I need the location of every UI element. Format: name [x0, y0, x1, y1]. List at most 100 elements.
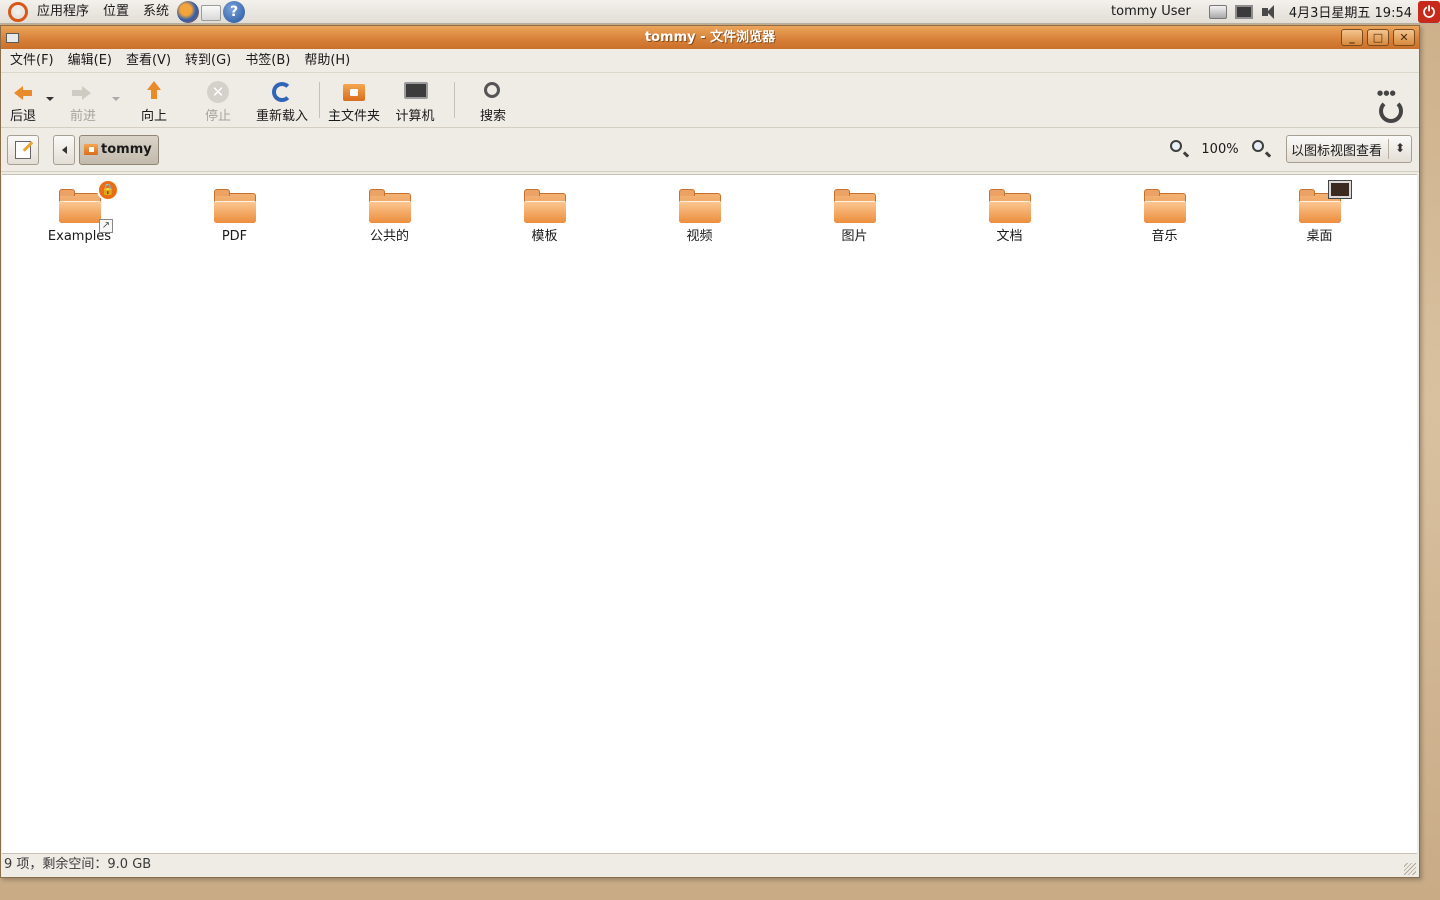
computer-icon — [404, 81, 428, 103]
maximize-button[interactable]: □ — [1367, 29, 1389, 46]
back-history-dropdown[interactable] — [43, 73, 57, 128]
file-view[interactable]: 🔒 ↗ Examples PDF 公共的 模板 视频 图片 文档 音乐 桌面 — [2, 174, 1417, 854]
folder-icon — [833, 189, 876, 223]
resize-grip-icon[interactable] — [1404, 863, 1416, 875]
folder-icon — [988, 189, 1031, 223]
zoom-in-button[interactable] — [1250, 138, 1272, 160]
folder-item[interactable]: 音乐 — [1087, 189, 1242, 245]
forward-history-dropdown[interactable] — [109, 73, 123, 128]
panel-menu-places[interactable]: 位置 — [96, 0, 136, 24]
view-mode-select[interactable]: 以图标视图查看 — [1286, 135, 1412, 163]
search-icon — [482, 81, 504, 103]
zoom-controls: 100% 以图标视图查看 — [1162, 135, 1412, 163]
status-bar: 9 项，剩余空间：9.0 GB — [2, 854, 1418, 877]
search-button[interactable]: 搜索 — [461, 73, 525, 128]
back-arrow-icon — [12, 81, 34, 103]
folder-item[interactable]: PDF — [157, 189, 312, 245]
view-mode-label: 以图标视图查看 — [1291, 143, 1383, 159]
mail-launcher-icon[interactable] — [201, 4, 222, 21]
reload-label: 重新载入 — [255, 109, 308, 124]
home-label: 主文件夹 — [327, 109, 380, 124]
forward-arrow-icon — [72, 81, 94, 103]
printer-tray-icon[interactable] — [1208, 4, 1227, 19]
window-menu-icon[interactable] — [6, 33, 19, 43]
status-text: 9 项，剩余空间：9.0 GB — [4, 857, 152, 872]
forward-button[interactable]: 前进 — [57, 73, 109, 128]
up-label: 向上 — [140, 109, 167, 124]
folder-icon — [368, 189, 411, 223]
toolbar-separator — [454, 82, 455, 118]
home-folder-icon — [343, 81, 365, 103]
zoom-out-button[interactable] — [1168, 138, 1190, 160]
folder-icon — [58, 189, 101, 223]
lock-emblem-icon: 🔒 — [97, 179, 119, 201]
back-button[interactable]: 后退 — [3, 73, 43, 128]
folder-icon — [1143, 189, 1186, 223]
reload-button[interactable]: 重新载入 — [251, 73, 313, 128]
folder-icon — [523, 189, 566, 223]
power-icon[interactable]: ⏻ — [1418, 0, 1440, 23]
firefox-launcher-icon[interactable] — [177, 0, 200, 23]
file-icons: 🔒 ↗ Examples PDF 公共的 模板 视频 图片 文档 音乐 桌面 — [2, 179, 1397, 245]
forward-label: 前进 — [69, 109, 96, 124]
close-button[interactable]: ✕ — [1393, 29, 1415, 46]
reload-icon — [271, 81, 293, 103]
minimize-button[interactable]: _ — [1341, 29, 1363, 46]
edit-pencil-icon — [15, 140, 31, 159]
toolbar-separator — [319, 82, 320, 118]
up-arrow-icon — [143, 81, 165, 103]
breadcrumb-scroll-left-button[interactable] — [53, 134, 75, 165]
folder-label: 视频 — [686, 229, 713, 244]
panel-menu-system[interactable]: 系统 — [136, 0, 176, 24]
folder-item[interactable]: 🔒 ↗ Examples — [2, 179, 157, 245]
stop-button[interactable]: ✕ 停止 — [185, 73, 251, 128]
volume-tray-icon[interactable] — [1261, 4, 1279, 19]
search-label: 搜索 — [479, 109, 506, 124]
home-button[interactable]: 主文件夹 — [326, 73, 382, 128]
top-panel: 应用程序 位置 系统 ? tommy User 4月3日星期五 19:54 ⏻ — [0, 0, 1440, 24]
window-titlebar[interactable]: tommy - 文件浏览器 _ □ ✕ — [1, 26, 1419, 49]
menu-bookmarks[interactable]: 书签(B) — [238, 49, 297, 73]
folder-item[interactable]: 文档 — [932, 189, 1087, 245]
menu-view[interactable]: 查看(V) — [119, 49, 178, 73]
ubuntu-logo-icon[interactable] — [8, 1, 28, 22]
folder-item[interactable]: 公共的 — [312, 189, 467, 245]
menu-file[interactable]: 文件(F) — [3, 49, 61, 73]
folder-item[interactable]: 模板 — [467, 189, 622, 245]
gnome-foot-icon — [1375, 89, 1403, 123]
computer-label: 计算机 — [395, 109, 435, 124]
computer-button[interactable]: 计算机 — [382, 73, 448, 128]
toggle-location-entry-button[interactable] — [7, 134, 39, 165]
symlink-emblem-icon: ↗ — [99, 219, 113, 233]
folder-label: 图片 — [841, 229, 868, 244]
menu-edit[interactable]: 编辑(E) — [61, 49, 119, 73]
panel-right: tommy User 4月3日星期五 19:54 ⏻ — [1111, 0, 1440, 24]
breadcrumb-current-label: tommy — [101, 142, 152, 157]
network-tray-icon[interactable] — [1234, 4, 1253, 19]
zoom-out-icon — [1170, 140, 1182, 152]
window-controls: _ □ ✕ — [1341, 29, 1415, 46]
toolbar: 后退 前进 向上 ✕ 停止 重新载入 主文件夹 计算机 搜索 ● ● ● — [1, 73, 1419, 128]
file-browser-window: tommy - 文件浏览器 _ □ ✕ 文件(F) 编辑(E) 查看(V) 转到… — [0, 25, 1420, 878]
home-folder-small-icon — [84, 144, 98, 155]
folder-item[interactable]: 视频 — [622, 189, 777, 245]
location-bar: tommy 100% 以图标视图查看 — [1, 128, 1419, 172]
up-button[interactable]: 向上 — [123, 73, 185, 128]
zoom-in-icon — [1252, 140, 1264, 152]
help-launcher-icon[interactable]: ? — [223, 0, 246, 23]
folder-icon — [678, 189, 721, 223]
stop-icon: ✕ — [207, 81, 229, 103]
window-title: tommy - 文件浏览器 — [644, 30, 776, 45]
back-label: 后退 — [9, 109, 36, 124]
panel-user-name[interactable]: tommy User — [1111, 4, 1205, 19]
breadcrumb-current[interactable]: tommy — [79, 134, 159, 165]
panel-menu-applications[interactable]: 应用程序 — [30, 0, 96, 24]
folder-item[interactable]: 桌面 — [1242, 180, 1397, 245]
stop-label: 停止 — [204, 109, 231, 124]
folder-label: PDF — [221, 229, 248, 244]
zoom-level[interactable]: 100% — [1196, 142, 1244, 157]
menu-help[interactable]: 帮助(H) — [297, 49, 357, 73]
folder-item[interactable]: 图片 — [777, 189, 932, 245]
menu-go[interactable]: 转到(G) — [178, 49, 238, 73]
panel-clock[interactable]: 4月3日星期五 19:54 — [1283, 2, 1418, 21]
